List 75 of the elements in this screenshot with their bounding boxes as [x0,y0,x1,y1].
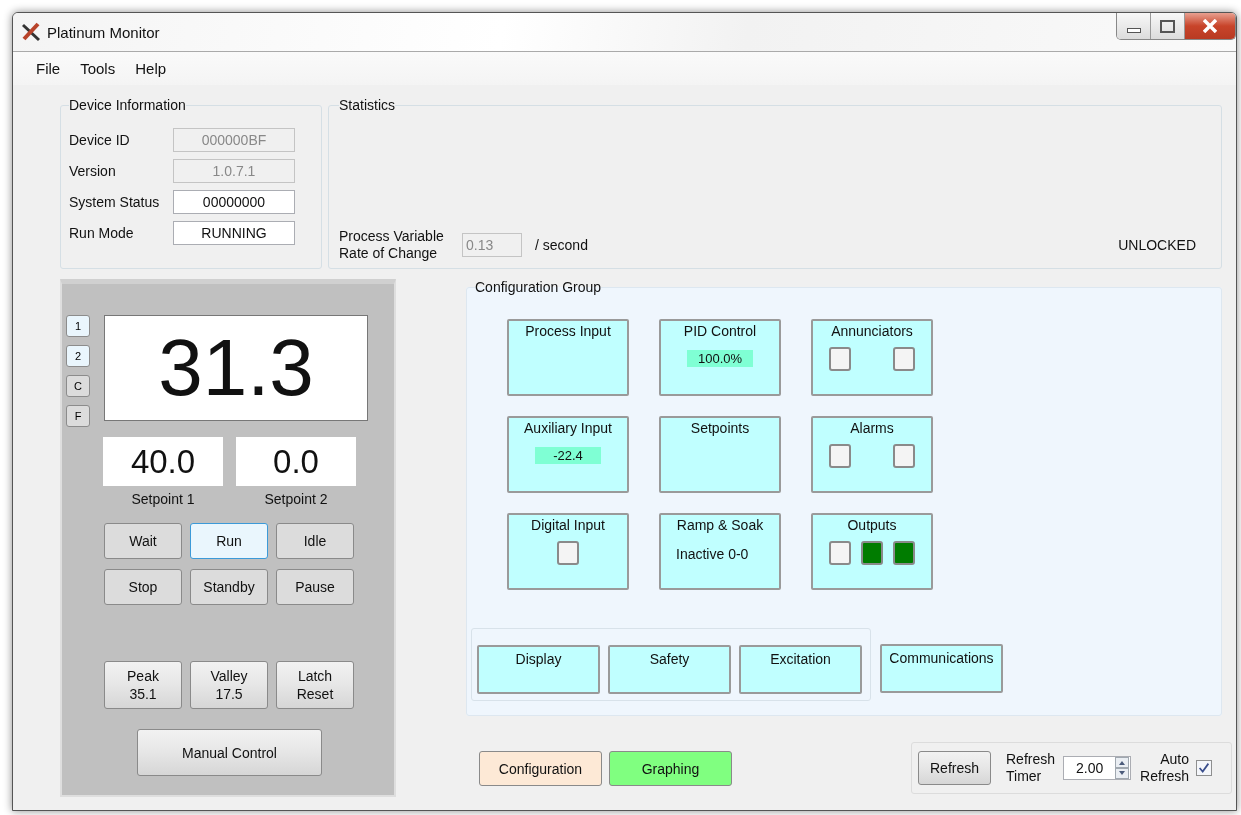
menu-item[interactable]: File [36,60,61,77]
mode-button[interactable]: Standby [190,569,268,605]
channel-key[interactable]: 1 [66,315,90,337]
process-value-display: 31.3 [104,315,368,421]
menu-item[interactable]: Tools [80,60,116,77]
mode-button[interactable]: Wait [104,523,182,559]
channel-key[interactable]: C [66,375,90,397]
maximize-icon [1160,19,1175,33]
auto-refresh-label: Auto Refresh [1140,751,1190,785]
close-button[interactable] [1185,13,1235,39]
config-tile[interactable]: Outputs [811,513,933,590]
refresh-timer-label: Refresh Timer [1006,751,1056,785]
stat-button[interactable]: Latch Reset [276,661,354,709]
tile-title: Alarms [850,420,894,436]
stat-button[interactable]: Peak 35.1 [104,661,182,709]
field-label: Run Mode [69,225,135,241]
stat-button[interactable]: Valley 17.5 [190,661,268,709]
setpoint-label: Setpoint 2 [264,491,328,507]
field-label: System Status [69,194,161,210]
app-logo-icon [21,22,41,42]
minimize-button[interactable] [1117,13,1151,39]
rate-of-change-label: Process Variable Rate of Change [339,228,445,262]
window-title: Platinum Monitor [47,23,160,41]
config-tile[interactable]: Auxiliary Input -22.4 [507,416,629,493]
config-tile[interactable]: Alarms [811,416,933,493]
config-tile[interactable]: Ramp & Soak Inactive 0-0 [659,513,781,590]
config-tile[interactable]: Annunciators [811,319,933,396]
tile-title: Digital Input [531,517,605,533]
config-tile[interactable]: Process Input [507,319,629,396]
field-label: Version [69,163,117,179]
mode-button[interactable]: Run [190,523,268,559]
tile-title: Setpoints [690,420,750,436]
maximize-button[interactable] [1151,13,1185,39]
tile-title: Outputs [847,517,897,533]
tile-title: PID Control [683,323,757,339]
setpoint-value: 0.0 [236,437,356,486]
tile-title: Ramp & Soak [676,517,764,533]
mode-button[interactable]: Stop [104,569,182,605]
config-tile[interactable]: Setpoints [659,416,781,493]
unit-label: / second [535,237,588,253]
text-field[interactable]: RUNNING [173,221,295,245]
auto-refresh-checkbox[interactable] [1196,760,1213,776]
checkmark-icon [1197,761,1212,775]
mode-button[interactable]: Idle [276,523,354,559]
section-button[interactable]: Excitation [739,645,862,694]
tile-title: Annunciators [831,323,913,339]
tile-status: Inactive 0-0 [676,546,749,562]
menu-item[interactable]: Help [135,60,167,77]
tile-title: Process Input [525,323,611,339]
channel-key[interactable]: F [66,405,90,427]
view-button[interactable]: Graphing [609,751,732,786]
tile-readout: -22.4 [535,447,601,464]
refresh-button[interactable]: Refresh [918,751,991,785]
communications-button[interactable]: Communications [880,644,1003,693]
tile-readout: 100.0% [687,350,753,367]
field-label: Device ID [69,132,131,148]
setpoint-value: 40.0 [103,437,223,486]
group-title: Device Information [69,97,186,113]
close-icon [1203,19,1217,33]
manual-control-button[interactable]: Manual Control [137,729,322,776]
group-title: Configuration Group [475,279,602,295]
view-button[interactable]: Configuration [479,751,602,786]
minimize-icon [1126,27,1141,33]
refresh-timer-spinner[interactable]: 2.00 [1063,756,1132,780]
channel-key[interactable]: 2 [66,345,90,367]
mode-button[interactable]: Pause [276,569,354,605]
setpoint-label: Setpoint 1 [131,491,195,507]
config-tile[interactable]: Digital Input [507,513,629,590]
section-button[interactable]: Display [477,645,600,694]
text-field[interactable]: 00000000 [173,190,295,214]
config-tile[interactable]: PID Control 100.0% [659,319,781,396]
group-title: Statistics [339,97,395,113]
tile-title: Auxiliary Input [524,420,612,436]
section-button[interactable]: Safety [608,645,731,694]
lock-status: UNLOCKED [1118,237,1196,253]
